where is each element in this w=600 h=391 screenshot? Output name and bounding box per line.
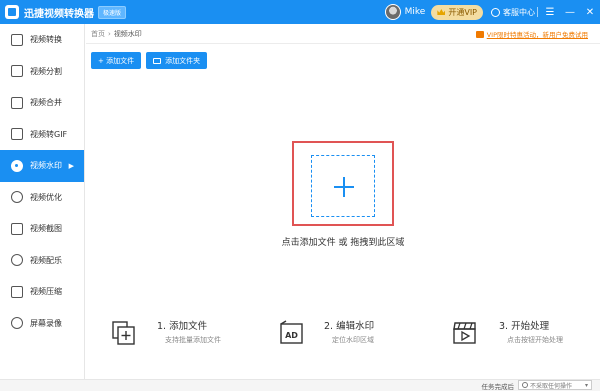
promo-link[interactable]: VIP限时特惠活动，新用户免费试用 (475, 29, 588, 39)
sidebar-item-screen-record[interactable]: 屏幕录像 (0, 308, 84, 340)
sidebar-item-label: 视频分割 (30, 66, 62, 76)
sidebar-item-video-convert[interactable]: 视频转换 (0, 24, 84, 56)
sidebar-item-label: 视频转换 (30, 35, 62, 45)
clapper-icon (453, 322, 476, 344)
sidebar-item-label: 视频优化 (30, 192, 62, 202)
step-desc: 支持批量添加文件 (165, 336, 221, 344)
app-logo-icon (5, 5, 19, 19)
minimize-button[interactable]: — (560, 0, 580, 24)
divider (537, 7, 538, 17)
sidebar-item-label: 视频截图 (30, 224, 62, 234)
after-task-label: 任务完成后 (481, 383, 515, 391)
sidebar-item-video-compress[interactable]: 视频压缩 (0, 276, 84, 308)
username[interactable]: Mike (405, 7, 426, 17)
step-edit-watermark: AD 2. 编辑水印 定位水印区域 (279, 316, 429, 356)
title-bar: 迅捷视频转换器 极速版 Mike 开通VIP 客服中心 ☰ — ✕ (0, 0, 600, 24)
gif-icon (11, 128, 23, 141)
sidebar-item-video-optimize[interactable]: 视频优化 (0, 182, 84, 214)
chevron-down-icon: ▾ (584, 382, 588, 389)
add-folder-button[interactable]: 添加文件夹 (146, 52, 208, 69)
sidebar: 视频转换 视频分割 视频合并 视频转GIF 视频水印 ▶ 视频优化 视频截图 视… (0, 24, 85, 379)
edition-badge: 极速版 (98, 5, 127, 19)
promo-text: VIP限时特惠活动，新用户免费试用 (486, 31, 588, 39)
video-split-icon (11, 65, 23, 78)
breadcrumb-home[interactable]: 首页 (91, 29, 105, 39)
optimize-icon (11, 191, 23, 204)
add-folder-label: 添加文件夹 (165, 56, 201, 65)
step-add-file: 1. 添加文件 支持批量添加文件 (111, 316, 261, 356)
dropzone[interactable] (311, 155, 375, 217)
menu-button[interactable]: ☰ (540, 0, 560, 24)
ad-watermark-icon: AD (280, 320, 303, 344)
dropzone-hint: 点击添加文件 或 拖拽到此区域 (281, 238, 405, 248)
ad-icon-text: AD (285, 331, 298, 340)
gift-icon (475, 30, 484, 38)
step-title: 1. 添加文件 (157, 321, 208, 332)
sidebar-item-label: 视频压缩 (30, 287, 62, 297)
video-merge-icon (11, 96, 23, 109)
step-title: 3. 开始处理 (499, 321, 550, 332)
chevron-right-icon: ▶ (68, 161, 74, 170)
sidebar-item-video-watermark[interactable]: 视频水印 ▶ (0, 150, 84, 182)
step-desc: 点击按钮开始处理 (507, 336, 563, 344)
add-file-label: + 添加文件 (98, 56, 135, 65)
after-task-select[interactable]: 不采取任何操作 ▾ (518, 380, 592, 390)
sidebar-item-video-split[interactable]: 视频分割 (0, 56, 84, 88)
sidebar-item-label: 视频合并 (30, 98, 62, 108)
step-desc: 定位水印区域 (332, 336, 374, 344)
step-title: 2. 编辑水印 (324, 321, 375, 332)
support-center-button[interactable]: 客服中心 (491, 7, 535, 18)
dropzone-highlight[interactable] (292, 141, 394, 226)
after-task-value: 不采取任何操作 (530, 382, 573, 390)
compress-icon (11, 285, 23, 298)
watermark-icon (11, 159, 23, 172)
sidebar-item-label: 视频水印 (30, 161, 62, 171)
sidebar-item-video-screenshot[interactable]: 视频截图 (0, 213, 84, 245)
main-panel: 首页 › 视频水印 VIP限时特惠活动，新用户免费试用 + 添加文件 添加文件夹… (86, 24, 600, 379)
steps-guide: 1. 添加文件 支持批量添加文件 AD 2. 编辑水印 定位水印区域 3. 开始… (86, 316, 600, 356)
plus-icon-vertical (343, 177, 345, 197)
toolbar: + 添加文件 添加文件夹 (91, 52, 208, 69)
screenshot-icon (11, 222, 23, 235)
record-icon (11, 317, 23, 330)
app-title: 迅捷视频转换器 (24, 8, 94, 20)
video-convert-icon (11, 33, 23, 46)
crown-icon (437, 9, 446, 15)
vip-button[interactable]: 开通VIP (431, 4, 483, 20)
sidebar-item-label: 屏幕录像 (30, 318, 62, 328)
music-icon (11, 254, 23, 267)
status-bar: 任务完成后 不采取任何操作 ▾ (0, 379, 600, 391)
close-button[interactable]: ✕ (580, 0, 600, 24)
sidebar-item-video-to-gif[interactable]: 视频转GIF (0, 119, 84, 151)
sidebar-item-video-merge[interactable]: 视频合并 (0, 87, 84, 119)
sidebar-item-label: 视频配乐 (30, 255, 62, 265)
breadcrumb-current: 视频水印 (113, 29, 142, 38)
support-label: 客服中心 (503, 7, 535, 17)
clock-icon (522, 382, 528, 388)
avatar[interactable] (384, 4, 401, 20)
step-start-processing: 3. 开始处理 点击按钮开始处理 (452, 316, 600, 356)
add-file-icon (112, 321, 135, 345)
headset-icon (491, 7, 500, 17)
folder-icon (153, 57, 162, 64)
sidebar-item-video-music[interactable]: 视频配乐 (0, 245, 84, 277)
breadcrumb-separator: › (108, 29, 111, 38)
vip-button-label: 开通VIP (448, 7, 477, 17)
add-file-button[interactable]: + 添加文件 (91, 52, 142, 69)
sidebar-item-label: 视频转GIF (30, 129, 68, 139)
